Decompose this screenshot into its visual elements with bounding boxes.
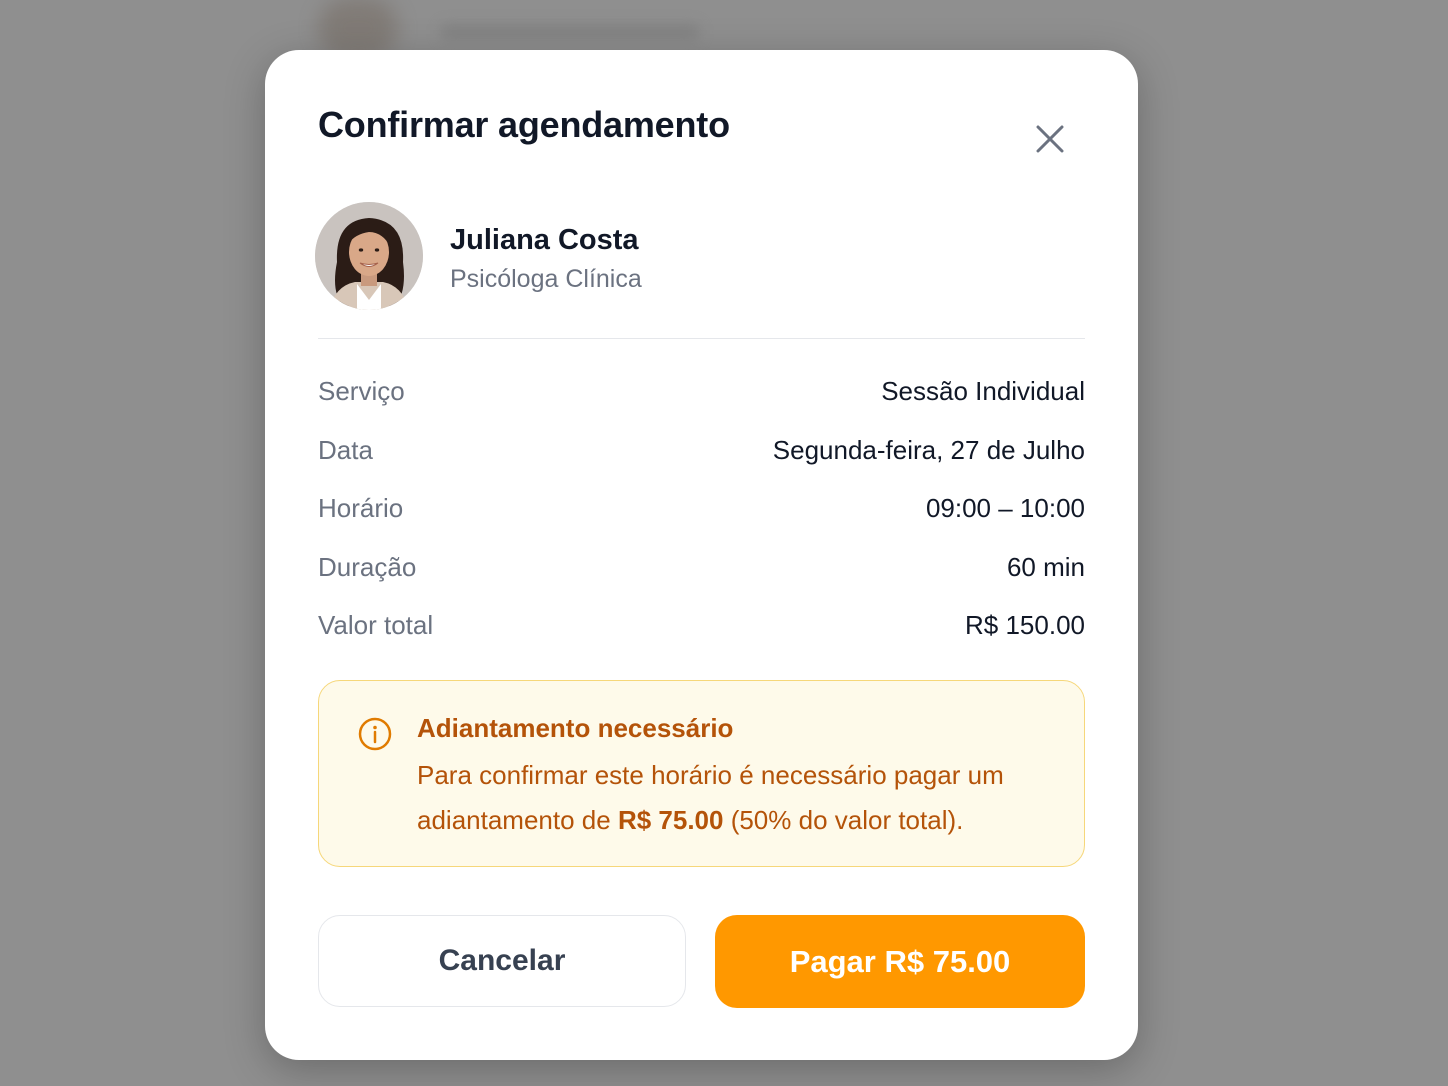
notice-text: Para confirmar este horário é necessário… (417, 753, 1067, 843)
background-text-blur (440, 24, 700, 40)
avatar (315, 202, 423, 310)
professional-name: Juliana Costa (450, 224, 639, 256)
detail-row-date: Data Segunda-feira, 27 de Julho (318, 435, 1085, 475)
dialog-title: Confirmar agendamento (318, 104, 730, 145)
detail-value: R$ 150.00 (965, 610, 1085, 640)
detail-value: 09:00 – 10:00 (925, 493, 1085, 523)
cancel-button[interactable]: Cancelar (318, 915, 686, 1007)
detail-label: Duração (318, 552, 417, 582)
detail-row-time: Horário 09:00 – 10:00 (318, 493, 1085, 533)
divider (318, 338, 1085, 339)
detail-row-total: Valor total R$ 150.00 (318, 610, 1085, 650)
notice-text-after: (50% do valor total). (723, 805, 964, 835)
detail-label: Serviço (318, 376, 405, 406)
detail-label: Horário (318, 493, 404, 523)
pay-button[interactable]: Pagar R$ 75.00 (715, 915, 1085, 1008)
detail-value: Segunda-feira, 27 de Julho (772, 435, 1085, 465)
detail-label: Data (318, 435, 373, 465)
detail-value: 60 min (1006, 552, 1085, 582)
close-button[interactable] (1027, 116, 1073, 162)
detail-value: Sessão Individual (881, 376, 1085, 406)
confirm-booking-dialog: Confirmar agendamento Juliana Costa Psic… (265, 50, 1138, 1060)
notice-amount: R$ 75.00 (617, 805, 724, 835)
professional-role: Psicóloga Clínica (450, 265, 642, 293)
notice-title: Adiantamento necessário (417, 713, 734, 743)
detail-row-service: Serviço Sessão Individual (318, 376, 1085, 416)
info-icon (357, 716, 393, 752)
deposit-notice: Adiantamento necessário Para confirmar e… (318, 680, 1085, 867)
detail-label: Valor total (318, 610, 434, 640)
close-icon (1036, 125, 1064, 153)
detail-row-duration: Duração 60 min (318, 552, 1085, 592)
